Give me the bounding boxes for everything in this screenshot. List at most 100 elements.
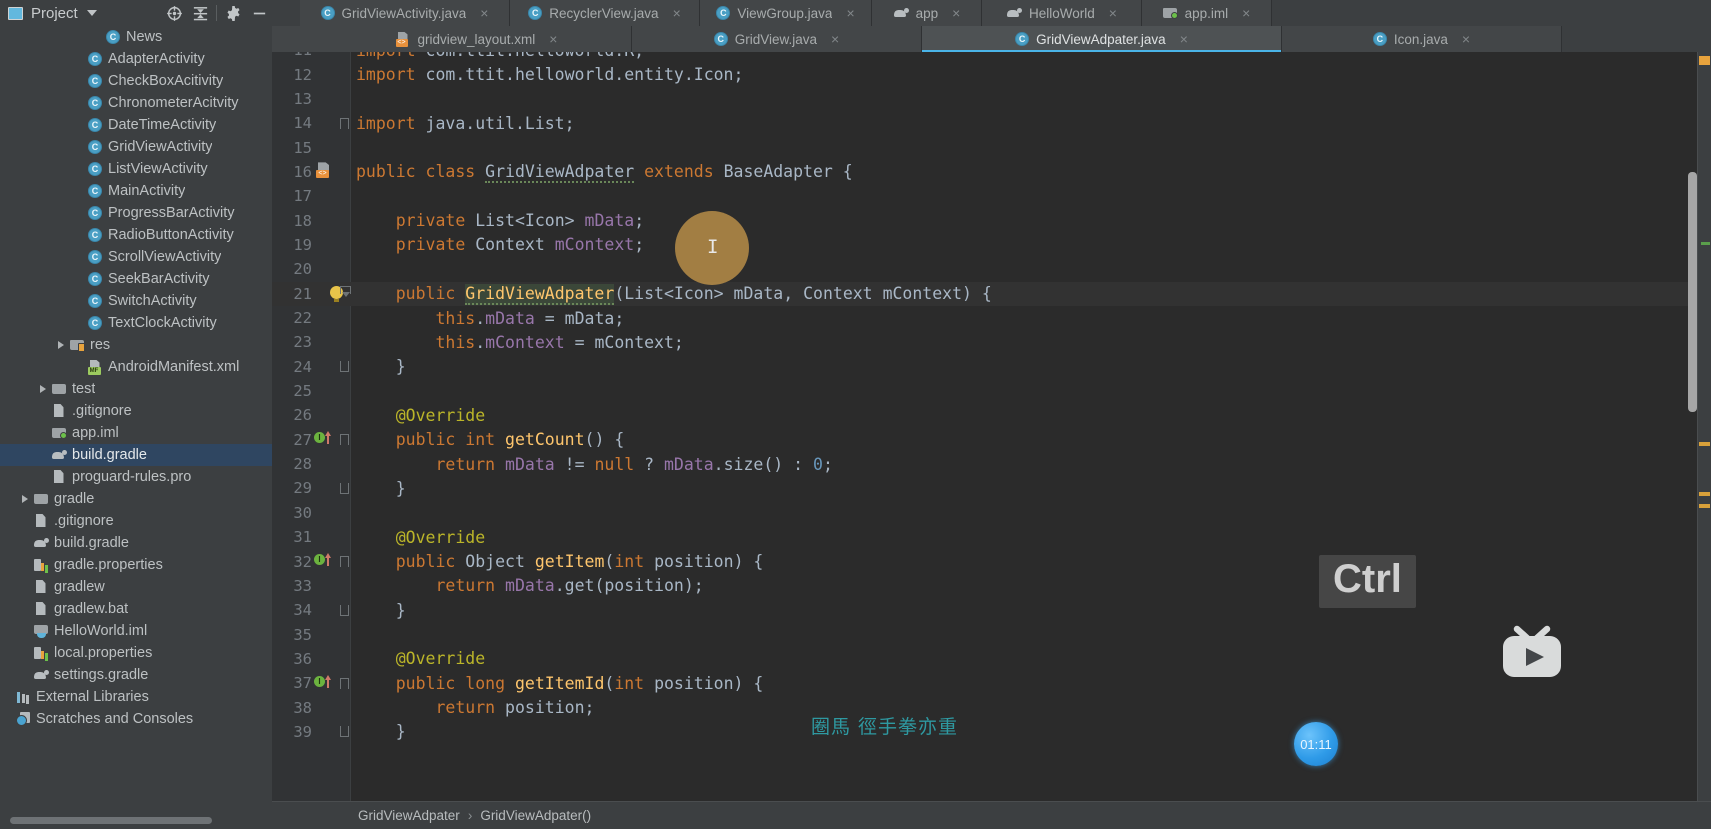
code-fold-handle[interactable] (340, 722, 354, 741)
locate-icon[interactable] (161, 1, 187, 25)
breadcrumb-class[interactable]: GridViewAdpater (358, 808, 460, 823)
code-line[interactable]: 24 } (272, 355, 1711, 379)
code-line[interactable]: 31 @Override (272, 525, 1711, 549)
tree-item-build-gradle[interactable]: build.gradle (0, 444, 272, 466)
tab-close-icon[interactable]: × (1109, 6, 1117, 20)
code-editor[interactable]: 11 import com.ttit.helloworld.R; 12 import … (272, 52, 1711, 829)
code-line[interactable]: 37 I public long getItemId(int position) … (272, 671, 1711, 695)
tree-item-gradle[interactable]: gradle (0, 488, 272, 510)
editor-tab[interactable]: app × (872, 0, 982, 26)
tree-item-mainactivity[interactable]: C MainActivity (0, 180, 272, 202)
chevron-down-icon[interactable] (86, 10, 97, 16)
breadcrumb-method[interactable]: GridViewAdpater() (480, 808, 591, 823)
tree-item-proguard-rules-pro[interactable]: proguard-rules.pro (0, 466, 272, 488)
tree-item-seekbaractivity[interactable]: C SeekBarActivity (0, 268, 272, 290)
tree-item-listviewactivity[interactable]: C ListViewActivity (0, 158, 272, 180)
code-fold-handle[interactable] (340, 114, 354, 133)
tree-item-scrollviewactivity[interactable]: C ScrollViewActivity (0, 246, 272, 268)
tree-item-news[interactable]: C News (0, 26, 272, 48)
tree-item-checkboxacitivity[interactable]: C CheckBoxAcitivity (0, 70, 272, 92)
tree-item-gridviewactivity[interactable]: C GridViewActivity (0, 136, 272, 158)
code-line[interactable]: 33 return mData.get(position); (272, 574, 1711, 598)
code-line[interactable]: 32 I public Object getItem(int position) … (272, 549, 1711, 573)
code-line[interactable]: 20 (272, 257, 1711, 281)
editor-tab[interactable]: HelloWorld × (982, 0, 1142, 26)
override-method-icon[interactable]: I (314, 552, 332, 571)
editor-tab[interactable]: C RecyclerView.java × (510, 0, 700, 26)
tree-item-test[interactable]: test (0, 378, 272, 400)
editor-tab[interactable]: C GridView.java × (632, 26, 922, 52)
code-fold-handle[interactable] (340, 552, 354, 571)
editor-tab[interactable]: C GridViewAdpater.java × (922, 26, 1282, 52)
tree-item-progressbaractivity[interactable]: C ProgressBarActivity (0, 202, 272, 224)
tree-item-switchactivity[interactable]: C SwitchActivity (0, 290, 272, 312)
editor-tab[interactable]: C ViewGroup.java × (700, 0, 872, 26)
warning-marker[interactable] (1699, 442, 1710, 446)
code-line[interactable]: 26 @Override (272, 403, 1711, 427)
code-line[interactable]: 15 (272, 135, 1711, 159)
tree-item-textclockactivity[interactable]: C TextClockActivity (0, 312, 272, 334)
tree-item-androidmanifest-xml[interactable]: AndroidManifest.xml (0, 356, 272, 378)
tree-item-external-libraries[interactable]: External Libraries (0, 686, 272, 708)
code-line[interactable]: 14 import java.util.List; (272, 111, 1711, 135)
code-fold-handle[interactable] (340, 479, 354, 498)
chevron-right-icon[interactable] (36, 385, 50, 393)
tab-close-icon[interactable]: × (1180, 32, 1188, 46)
code-line[interactable]: 16 public class GridViewAdpater extends B… (272, 160, 1711, 184)
editor-tab[interactable]: app.iml × (1142, 0, 1272, 26)
tab-close-icon[interactable]: × (831, 32, 839, 46)
code-line[interactable]: 30 (272, 501, 1711, 525)
tree-item--gitignore[interactable]: .gitignore (0, 510, 272, 532)
tree-item-settings-gradle[interactable]: settings.gradle (0, 664, 272, 686)
sidebar-hscrollbar-thumb[interactable] (10, 817, 212, 824)
editor-tab[interactable]: C Icon.java × (1282, 26, 1562, 52)
code-line[interactable]: 17 (272, 184, 1711, 208)
tab-close-icon[interactable]: × (952, 6, 960, 20)
code-line[interactable]: 28 return mData != null ? mData.size() :… (272, 452, 1711, 476)
tree-item-scratches-and-consoles[interactable]: Scratches and Consoles (0, 708, 272, 730)
code-line[interactable]: 21 public GridViewAdpater(List<Icon> mDa… (272, 281, 1711, 306)
code-line[interactable]: 22 this.mData = mData; (272, 306, 1711, 330)
code-line[interactable]: 34 } (272, 598, 1711, 622)
tree-item-res[interactable]: res (0, 334, 272, 356)
code-line[interactable]: 25 (272, 379, 1711, 403)
code-line[interactable]: 36 @Override (272, 647, 1711, 671)
tab-close-icon[interactable]: × (1462, 32, 1470, 46)
tree-item-adapteractivity[interactable]: C AdapterActivity (0, 48, 272, 70)
code-line[interactable]: 39 } (272, 720, 1711, 744)
editor-marker-strip[interactable] (1697, 52, 1711, 801)
override-method-icon[interactable]: I (314, 674, 332, 693)
code-line[interactable]: 27 I public int getCount() { (272, 428, 1711, 452)
warning-marker[interactable] (1699, 504, 1710, 508)
warning-marker[interactable] (1699, 492, 1710, 496)
chevron-right-icon[interactable] (18, 495, 32, 503)
tree-item-gradle-properties[interactable]: gradle.properties (0, 554, 272, 576)
code-fold-handle[interactable] (340, 284, 354, 303)
tree-item--gitignore[interactable]: .gitignore (0, 400, 272, 422)
code-line[interactable]: 23 this.mContext = mContext; (272, 330, 1711, 354)
chevron-right-icon[interactable] (54, 341, 68, 349)
code-line[interactable]: 13 (272, 87, 1711, 111)
code-lines[interactable]: 11 import com.ttit.helloworld.R; 12 import … (272, 52, 1711, 801)
warning-marker[interactable] (1699, 56, 1710, 65)
tree-item-app-iml[interactable]: app.iml (0, 422, 272, 444)
tab-close-icon[interactable]: × (846, 6, 854, 20)
vcs-change-marker[interactable] (1701, 242, 1710, 245)
minimize-icon[interactable] (246, 1, 272, 25)
related-xml-icon[interactable] (316, 162, 334, 181)
code-line[interactable]: 11 import com.ttit.helloworld.R; (272, 52, 1711, 62)
override-method-icon[interactable]: I (314, 430, 332, 449)
code-line[interactable]: 38 return position; (272, 695, 1711, 719)
tree-item-build-gradle[interactable]: build.gradle (0, 532, 272, 554)
code-fold-handle[interactable] (340, 357, 354, 376)
collapse-all-icon[interactable] (187, 1, 213, 25)
tab-close-icon[interactable]: × (1242, 6, 1250, 20)
editor-tab[interactable]: C GridViewActivity.java × (300, 0, 510, 26)
editor-vscrollbar-thumb[interactable] (1688, 172, 1697, 412)
tab-close-icon[interactable]: × (673, 6, 681, 20)
tree-item-chronometeracitvity[interactable]: C ChronometerAcitvity (0, 92, 272, 114)
settings-gear-icon[interactable] (220, 1, 246, 25)
code-line[interactable]: 35 (272, 622, 1711, 646)
tab-close-icon[interactable]: × (549, 32, 557, 46)
tree-item-local-properties[interactable]: local.properties (0, 642, 272, 664)
